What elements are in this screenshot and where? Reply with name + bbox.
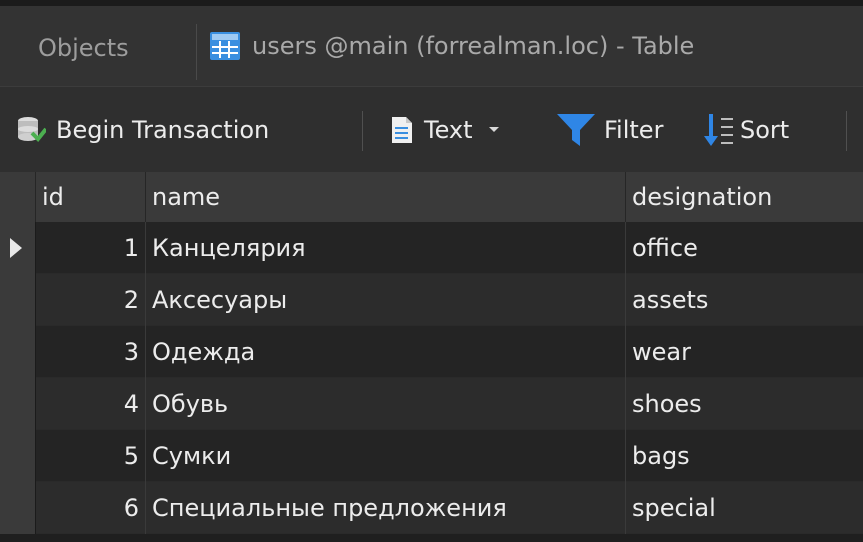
data-grid: id name designation 1 Канцелярия office … [0, 172, 863, 542]
toolbar-divider [362, 111, 363, 151]
cell-name[interactable]: Специальные предложения [146, 482, 626, 534]
row-selector[interactable] [0, 222, 36, 274]
table-grid-icon [210, 32, 240, 60]
cell-designation[interactable]: special [626, 482, 863, 534]
tab-users-table-label: users @main (forrealman.loc) - Table [252, 32, 695, 60]
header-corner [0, 172, 36, 222]
grid-header: id name designation [0, 172, 863, 222]
cell-name[interactable]: Одежда [146, 326, 626, 378]
table-row[interactable]: 2 Аксесуары assets [0, 274, 863, 326]
cell-designation[interactable]: office [626, 222, 863, 274]
table-row[interactable]: 1 Канцелярия office [0, 222, 863, 274]
cell-id[interactable]: 3 [36, 326, 146, 378]
cell-name[interactable]: Канцелярия [146, 222, 626, 274]
cell-name[interactable]: Обувь [146, 378, 626, 430]
sort-arrow-icon [704, 114, 733, 146]
tab-divider [196, 24, 197, 80]
row-selector[interactable] [0, 274, 36, 326]
begin-transaction-label: Begin Transaction [56, 116, 270, 144]
tab-objects[interactable]: Objects [38, 34, 129, 62]
cell-designation[interactable]: wear [626, 326, 863, 378]
sort-label: Sort [740, 116, 790, 144]
toolbar-divider [846, 111, 847, 151]
dropdown-caret-icon [488, 127, 499, 132]
cell-name[interactable]: Аксесуары [146, 274, 626, 326]
cell-id[interactable]: 5 [36, 430, 146, 482]
database-transaction-icon [18, 117, 46, 142]
text-view-label: Text [424, 116, 473, 144]
current-row-arrow-icon [10, 238, 22, 258]
sort-button[interactable]: Sort [704, 87, 789, 173]
cell-id[interactable]: 2 [36, 274, 146, 326]
cell-designation[interactable]: shoes [626, 378, 863, 430]
cell-designation[interactable]: assets [626, 274, 863, 326]
cell-name[interactable]: Сумки [146, 430, 626, 482]
row-selector[interactable] [0, 326, 36, 378]
column-header-id[interactable]: id [36, 172, 146, 222]
column-header-name[interactable]: name [146, 172, 626, 222]
filter-label: Filter [604, 116, 664, 144]
table-row[interactable]: 3 Одежда wear [0, 326, 863, 378]
tab-users-table[interactable]: users @main (forrealman.loc) - Table [210, 32, 694, 60]
cell-id[interactable]: 6 [36, 482, 146, 534]
text-view-dropdown[interactable]: Text [390, 87, 505, 173]
filter-button[interactable]: Filter [556, 87, 663, 173]
row-selector[interactable] [0, 430, 36, 482]
table-editor-window: Objects users @main (forrealman.loc) - T… [0, 0, 863, 542]
document-text-icon [392, 117, 412, 143]
tab-bar: Objects users @main (forrealman.loc) - T… [0, 0, 863, 86]
table-row[interactable]: 4 Обувь shoes [0, 378, 863, 430]
row-selector[interactable] [0, 378, 36, 430]
cell-id[interactable]: 1 [36, 222, 146, 274]
begin-transaction-button[interactable]: Begin Transaction [16, 87, 269, 173]
cell-designation[interactable]: bags [626, 430, 863, 482]
toolbar: Begin Transaction Text Filter Sort [0, 86, 863, 172]
cell-id[interactable]: 4 [36, 378, 146, 430]
table-row[interactable]: 5 Сумки bags [0, 430, 863, 482]
row-selector[interactable] [0, 482, 36, 534]
column-header-designation[interactable]: designation [626, 172, 863, 222]
table-row[interactable]: 6 Специальные предложения special [0, 482, 863, 534]
filter-funnel-icon [557, 114, 595, 146]
